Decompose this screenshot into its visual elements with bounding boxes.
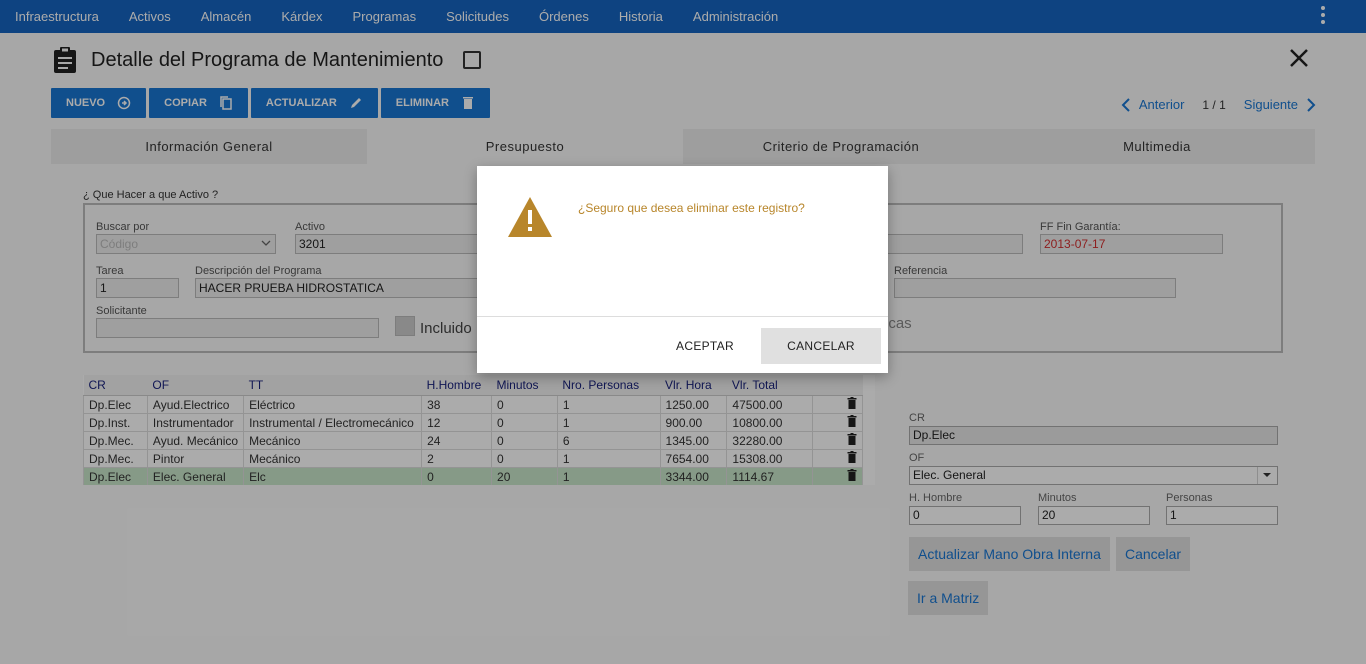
dialog-cancelar-button[interactable]: CANCELAR	[761, 328, 881, 364]
aceptar-button[interactable]: ACEPTAR	[657, 328, 753, 364]
confirm-delete-dialog: ¿Seguro que desea eliminar este registro…	[477, 166, 888, 373]
dialog-message: ¿Seguro que desea eliminar este registro…	[578, 201, 805, 215]
dialog-divider	[477, 316, 888, 317]
warning-icon	[508, 197, 552, 237]
